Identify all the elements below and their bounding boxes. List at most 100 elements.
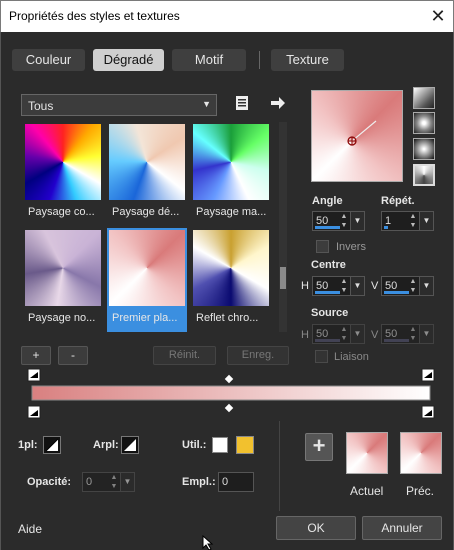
angle-progress [315,226,340,229]
category-value: Tous [28,99,54,113]
source-h-label: H [301,329,309,341]
invert-label: Invers [336,241,366,253]
angle-input[interactable]: 50 ▲ ▼ ▼ [312,211,365,231]
thumbnail-image [25,230,101,306]
chevron-down-icon[interactable]: ▼ [350,325,364,343]
close-button[interactable]: ✕ [428,6,448,26]
save-button[interactable]: Enreg. [227,346,289,365]
rectangular-style-button[interactable] [413,112,435,134]
gradient-editor[interactable] [26,368,436,420]
chevron-down-icon[interactable]: ▼ [419,277,433,295]
link-checkbox[interactable] [315,350,328,363]
thumbnail-paysage-coucher[interactable]: Paysage co... [23,122,103,226]
background-color-button[interactable] [121,436,139,454]
center-v-progress [384,291,409,294]
location-value: 0 [222,476,229,488]
link-label: Liaison [334,351,369,363]
thumbnail-reflet-chrome[interactable]: Reflet chro... [191,228,271,332]
thumbnail-premier-plan[interactable]: Premier pla... [107,228,187,332]
gradient-bar[interactable] [31,385,431,401]
previous-label: Préc. [406,484,435,498]
thumbnail-image [109,230,185,306]
spin-arrows-icon[interactable]: ▲ ▼ [407,212,419,230]
background-label: Arpl: [93,439,119,451]
chevron-down-icon[interactable]: ▼ [350,277,364,295]
sunburst-style-button[interactable] [413,164,435,186]
foreground-color-button[interactable] [43,436,61,454]
center-label: Centre [311,259,346,271]
user-color-white[interactable] [212,437,228,453]
angle-label: Angle [312,195,343,207]
thumbnail-label: Paysage no... [28,312,96,324]
tab-motif[interactable]: Motif [172,49,246,71]
ok-button[interactable]: OK [276,516,356,540]
user-color-label: Util.: [182,439,207,451]
center-h-input[interactable]: 50 ▲ ▼ ▼ [312,276,365,296]
thumbnail-paysage-nocturne[interactable]: Paysage no... [23,228,103,332]
thumbnail-image [25,124,101,200]
previous-swatch[interactable] [400,432,442,474]
gradient-preview[interactable] [311,90,403,182]
radial-style-button[interactable] [413,138,435,160]
thumbnail-label: Paysage dé... [112,206,180,218]
opacity-label: Opacité: [27,476,72,488]
center-v-label: V [371,280,379,292]
tab-couleur[interactable]: Couleur [12,49,85,71]
remove-gradient-button[interactable]: - [58,346,88,365]
tab-degrade[interactable]: Dégradé [93,49,164,71]
window-title: Propriétés des styles et textures [9,9,180,23]
help-link[interactable]: Aide [18,522,42,536]
current-swatch[interactable] [346,432,388,474]
resource-manager-icon[interactable] [234,95,250,111]
section-divider [279,421,280,511]
chevron-down-icon: ▼ [202,99,211,109]
color-stop-left[interactable] [27,405,41,419]
tab-separator [259,51,260,69]
color-stop-right[interactable] [421,405,435,419]
chevron-down-icon[interactable]: ▼ [350,212,364,230]
thumbnail-label: Premier pla... [112,312,178,324]
current-label: Actuel [350,484,384,498]
source-h-progress [315,339,340,342]
thumbnail-image [193,124,269,200]
add-to-swatches-button[interactable]: + [305,433,333,461]
center-h-label: H [301,280,309,292]
source-v-input[interactable]: 50 ▲ ▼ ▼ [381,324,434,344]
user-color-yellow[interactable] [236,436,254,454]
thumbnail-image [109,124,185,200]
foreground-label: 1pl: [18,439,38,451]
source-v-label: V [371,329,379,341]
repeat-input[interactable]: 1 ▲ ▼ ▼ [381,211,434,231]
center-v-input[interactable]: 50 ▲ ▼ ▼ [381,276,434,296]
add-gradient-button[interactable]: + [21,346,51,365]
invert-checkbox[interactable] [316,240,329,253]
repeat-progress [384,226,388,229]
scrollbar-thumb[interactable] [280,267,286,289]
color-midpoint[interactable] [224,403,234,413]
thumbnail-paysage-desert[interactable]: Paysage dé... [107,122,187,226]
source-v-progress [384,339,409,342]
opacity-midpoint[interactable] [224,374,234,384]
cancel-button[interactable]: Annuler [362,516,442,540]
reset-button[interactable]: Réinit. [153,346,216,365]
location-label: Empl.: [182,476,216,488]
category-dropdown[interactable]: Tous ▼ [21,94,217,116]
chevron-down-icon[interactable]: ▼ [419,212,433,230]
thumbnail-paysage-marin[interactable]: Paysage ma... [191,122,271,226]
gallery-scrollbar[interactable] [279,122,287,332]
location-input[interactable]: 0 [218,472,254,492]
chevron-down-icon[interactable]: ▼ [120,473,134,491]
source-label: Source [311,307,349,319]
opacity-input[interactable]: 0 ▲ ▼ ▼ [82,472,135,492]
tab-texture[interactable]: Texture [271,49,344,71]
source-h-input[interactable]: 50 ▲ ▼ ▼ [312,324,365,344]
thumbnail-label: Paysage ma... [196,206,267,218]
thumbnail-image [193,230,269,306]
mouse-cursor-icon [202,535,214,550]
spin-arrows-icon[interactable]: ▲ ▼ [108,473,120,491]
thumbnail-label: Paysage co... [28,206,95,218]
linear-style-button[interactable] [413,87,435,109]
chevron-down-icon[interactable]: ▼ [419,325,433,343]
center-h-progress [315,291,340,294]
arrow-right-icon[interactable] [270,95,286,111]
